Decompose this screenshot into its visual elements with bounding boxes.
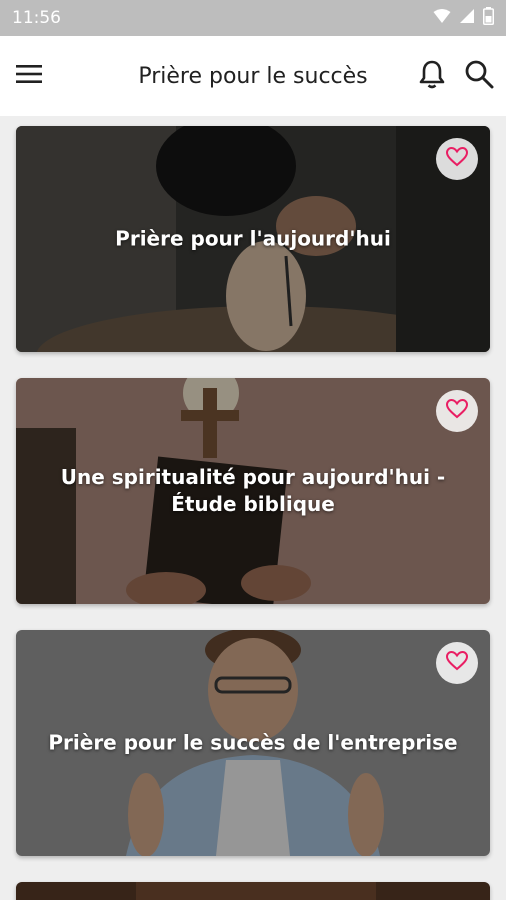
prayer-card[interactable]: Prière pour le succès de l'entreprise	[16, 630, 490, 856]
menu-button[interactable]	[12, 59, 46, 93]
favorite-button[interactable]	[436, 390, 478, 432]
bell-icon	[418, 60, 446, 93]
status-bar: 11:56	[0, 0, 506, 36]
battery-icon	[483, 6, 494, 30]
status-time: 11:56	[12, 8, 61, 28]
prayer-card[interactable]: Une spiritualité pour aujourd'hui - Étud…	[16, 378, 490, 604]
card-title: Une spiritualité pour aujourd'hui - Étud…	[60, 465, 446, 516]
card-overlay	[16, 882, 490, 900]
favorite-button[interactable]	[436, 642, 478, 684]
app-bar: Prière pour le succès	[0, 36, 506, 116]
prayer-feed: Prière pour l'aujourd'hui Une spirituali…	[0, 116, 506, 900]
heart-icon	[445, 398, 469, 424]
card-title: Prière pour le succès de l'entreprise	[48, 730, 458, 755]
status-icons	[433, 6, 494, 30]
notifications-button[interactable]	[418, 59, 446, 94]
favorite-button[interactable]	[436, 138, 478, 180]
heart-icon	[445, 146, 469, 172]
menu-icon	[16, 64, 42, 89]
prayer-card[interactable]: Prière pour l'aujourd'hui	[16, 126, 490, 352]
prayer-card-partial[interactable]	[16, 882, 490, 900]
heart-icon	[445, 650, 469, 676]
card-title: Prière pour l'aujourd'hui	[115, 226, 391, 251]
app-bar-actions	[418, 59, 494, 94]
signal-icon	[459, 8, 475, 29]
search-icon	[464, 60, 494, 93]
wifi-icon	[433, 8, 451, 29]
search-button[interactable]	[464, 59, 494, 94]
